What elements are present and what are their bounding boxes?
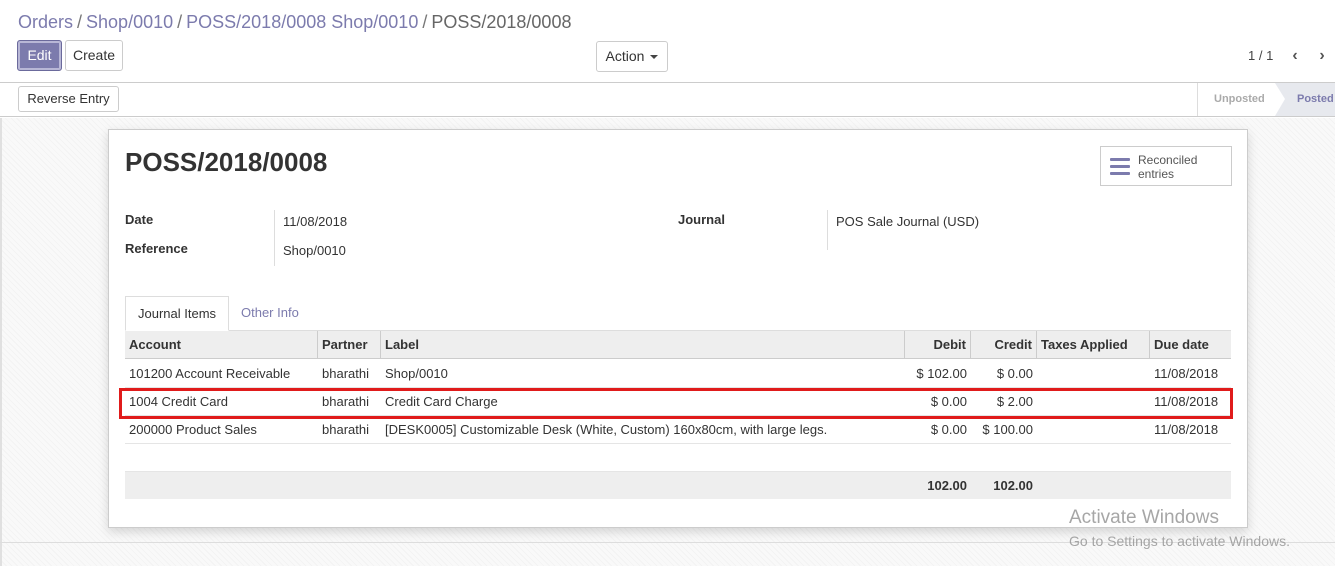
divider xyxy=(274,210,275,266)
edit-button[interactable]: Edit xyxy=(17,40,62,71)
cell-account: 101200 Account Receivable xyxy=(129,366,291,381)
cell-due-date: 11/08/2018 xyxy=(1154,366,1219,381)
total-credit: 102.00 xyxy=(993,478,1033,493)
column-header-taxes[interactable]: Taxes Applied xyxy=(1037,331,1150,359)
status-stages: Unposted Posted xyxy=(1197,83,1335,116)
table-header: Account Partner Label Debit Credit Taxes… xyxy=(125,331,1231,359)
statusbar: Reverse Entry Unposted Posted xyxy=(0,83,1335,117)
cell-partner: bharathi xyxy=(322,366,369,381)
list-icon xyxy=(1110,158,1130,176)
form-sheet: POSS/2018/0008 Reconciled entries Date 1… xyxy=(108,129,1248,528)
tab-journal-items[interactable]: Journal Items xyxy=(125,296,230,331)
table-row-empty xyxy=(125,444,1231,472)
chevron-left-icon[interactable]: ‹ xyxy=(1288,46,1302,66)
cell-taxes xyxy=(1037,360,1150,387)
cell-partner: bharathi xyxy=(322,394,369,409)
divider xyxy=(827,210,828,250)
column-header-debit[interactable]: Debit xyxy=(905,331,971,359)
windows-watermark: Activate Windows Go to Settings to activ… xyxy=(1069,507,1290,549)
cell-partner: bharathi xyxy=(322,422,369,437)
divider xyxy=(0,118,2,566)
pager-value: 1 / 1 xyxy=(1248,48,1274,63)
tab-other-info[interactable]: Other Info xyxy=(229,296,311,331)
breadcrumb-separator: / xyxy=(177,12,183,32)
control-panel: Orders / Shop/0010/POSS/2018/0008 Shop/001… xyxy=(0,0,1335,83)
breadcrumb-session[interactable]: POSS/2018/0008 Shop/0010 xyxy=(186,12,418,32)
cell-label: Credit Card Charge xyxy=(385,394,498,409)
breadcrumb-separator: / xyxy=(422,12,428,32)
watermark-line1: Activate Windows xyxy=(1069,507,1219,528)
journal-label: Journal xyxy=(678,212,725,227)
breadcrumb-current: POSS/2018/0008 xyxy=(431,12,572,32)
table-footer-totals: 102.00 102.00 xyxy=(125,472,1231,499)
action-label: Action xyxy=(605,48,645,64)
breadcrumb-shop[interactable]: Shop/0010 xyxy=(86,12,173,32)
column-header-label[interactable]: Label xyxy=(381,331,905,359)
chevron-right-icon[interactable]: › xyxy=(1315,46,1329,66)
cell-credit: $ 0.00 xyxy=(996,366,1033,381)
action-dropdown[interactable]: Action xyxy=(596,41,668,72)
column-header-due-date[interactable]: Due date xyxy=(1150,331,1231,359)
table-row[interactable]: 200000 Product Sales bharathi [DESK0005]… xyxy=(125,416,1231,444)
cell-due-date: 11/08/2018 xyxy=(1154,422,1219,437)
cell-debit: $ 102.00 xyxy=(916,366,967,381)
stage-unposted[interactable]: Unposted xyxy=(1197,83,1275,116)
reconciled-entries-button[interactable]: Reconciled entries xyxy=(1100,146,1232,186)
cell-debit: $ 0.00 xyxy=(930,394,967,409)
cell-credit: $ 100.00 xyxy=(982,422,1033,437)
stage-arrow xyxy=(1275,83,1285,116)
reference-label: Reference xyxy=(125,241,188,256)
reference-value: Shop/0010 xyxy=(283,243,346,258)
date-value: 11/08/2018 xyxy=(283,214,348,229)
smart-button-line1: Reconciled xyxy=(1138,153,1198,167)
cell-label: Shop/0010 xyxy=(385,366,448,381)
cell-due-date: 11/08/2018 xyxy=(1154,394,1219,409)
table-row[interactable]: 1004 Credit Card bharathi Credit Card Ch… xyxy=(125,388,1231,416)
cell-credit: $ 2.00 xyxy=(996,394,1033,409)
cell-taxes xyxy=(1037,416,1150,443)
journal-value: POS Sale Journal (USD) xyxy=(836,214,980,229)
date-label: Date xyxy=(125,212,154,227)
total-debit: 102.00 xyxy=(927,478,967,493)
breadcrumb-separator: / xyxy=(77,12,83,32)
column-header-account[interactable]: Account xyxy=(125,331,318,359)
watermark-line2: Go to Settings to activate Windows. xyxy=(1069,533,1290,549)
page-title: POSS/2018/0008 xyxy=(125,147,328,177)
column-header-credit[interactable]: Credit xyxy=(971,331,1037,359)
caret-down-icon xyxy=(650,55,659,60)
cell-account: 200000 Product Sales xyxy=(129,422,257,437)
breadcrumb: Orders / Shop/0010/POSS/2018/0008 Shop/001… xyxy=(18,12,571,33)
create-button[interactable]: Create xyxy=(65,40,123,71)
smart-button-line2: entries xyxy=(1138,167,1175,181)
breadcrumb-orders[interactable]: Orders xyxy=(18,12,73,32)
cell-account: 1004 Credit Card xyxy=(129,394,228,409)
reverse-entry-button[interactable]: Reverse Entry xyxy=(18,86,119,112)
cell-taxes xyxy=(1037,388,1150,415)
reconciled-entries-label: Reconciled entries xyxy=(1138,153,1197,181)
table-row[interactable]: 101200 Account Receivable bharathi Shop/… xyxy=(125,360,1231,388)
cell-label: [DESK0005] Customizable Desk (White, Cus… xyxy=(385,422,828,437)
cell-debit: $ 0.00 xyxy=(930,422,967,437)
notebook-tabs: Journal Items Other Info xyxy=(125,296,1231,331)
column-header-partner[interactable]: Partner xyxy=(318,331,381,359)
